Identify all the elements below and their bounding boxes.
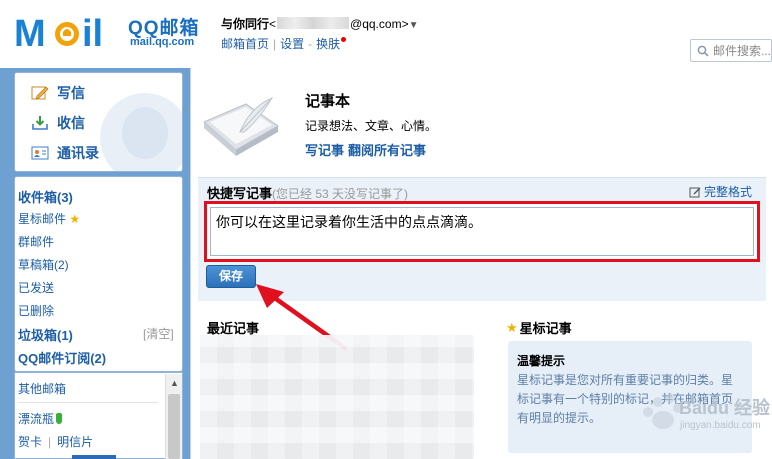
user-account[interactable]: 与你同行< @qq.com>▼ <box>221 15 418 32</box>
separator: - <box>308 37 313 51</box>
brand-domain: mail.qq.com <box>130 36 195 48</box>
days-since-note-hint: (您已经 53 天没写记事了) <box>272 187 409 201</box>
notebook-icon <box>203 96 279 156</box>
folder-group[interactable]: 群邮件 <box>18 233 54 250</box>
cards-row: 贺卡 | 明信片 <box>18 433 93 450</box>
settings-link[interactable]: 设置 <box>280 37 304 51</box>
user-nickname: 与你同行 <box>221 17 270 31</box>
new-dot-icon <box>341 37 347 42</box>
notebook-links: 写记事 翻阅所有记事 <box>305 140 426 159</box>
scroll-thumb[interactable] <box>168 394 180 459</box>
full-format-label: 完整格式 <box>704 185 753 199</box>
contacts-label: 通讯录 <box>57 145 99 161</box>
other-mailboxes[interactable]: 其他邮箱 <box>18 380 66 397</box>
qq-mail-logo[interactable]: M il <box>14 12 122 52</box>
receive-mail-button[interactable]: 收信 <box>31 113 85 133</box>
search-input[interactable] <box>713 43 771 59</box>
folder-spam[interactable]: 垃圾箱(1) <box>18 325 73 344</box>
masked-email <box>277 17 350 29</box>
inbox-download-icon <box>32 116 48 130</box>
separator: | <box>48 435 52 449</box>
drift-bottle-label: 漂流瓶 <box>18 412 55 426</box>
recent-notes-blurred <box>200 335 474 459</box>
bottle-icon <box>56 413 63 424</box>
folder-starred-label: 星标邮件 <box>18 212 67 226</box>
folder-deleted[interactable]: 已删除 <box>18 302 54 319</box>
notebook-description: 记录想法、文章、心情。 <box>305 119 438 133</box>
folder-sent[interactable]: 已发送 <box>18 279 54 296</box>
quick-note-label: 快捷写记事 <box>207 186 273 201</box>
search-icon <box>697 45 709 57</box>
top-header: M il QQ邮箱 mail.qq.com 与你同行< @qq.com>▼ 邮箱首… <box>0 0 772 68</box>
note-highlight-frame: 你可以在这里记录着你生活中的点点滴滴。 <box>204 201 760 262</box>
browse-notes-link[interactable]: 翻阅所有记事 <box>348 143 426 158</box>
folder-starred[interactable]: 星标邮件 ★ <box>18 210 80 227</box>
address-book-icon <box>31 146 49 160</box>
quick-note-title: 快捷写记事(您已经 53 天没写记事了) <box>207 183 408 202</box>
svg-text:il: il <box>82 13 103 52</box>
edit-icon <box>689 187 701 197</box>
svg-text:M: M <box>14 13 45 52</box>
write-mail-label: 写信 <box>57 85 85 101</box>
starred-notes-title: ★ 星标记事 <box>506 318 572 337</box>
divider <box>18 402 158 403</box>
tip-title: 温馨提示 <box>517 354 566 368</box>
partial-row-highlight <box>72 455 116 459</box>
penguin-decoration <box>100 93 182 171</box>
contacts-button[interactable]: 通讯录 <box>31 143 99 163</box>
folder-subscriptions[interactable]: QQ邮件订阅(2) <box>18 348 106 367</box>
notebook-title: 记事本 <box>305 93 351 110</box>
write-mail-button[interactable]: 写信 <box>31 83 85 103</box>
starred-notes-label: 星标记事 <box>519 321 572 336</box>
quick-note-textarea[interactable]: 你可以在这里记录着你生活中的点点滴滴。 <box>210 207 754 256</box>
watermark-url: jingyan.baidu.com <box>680 420 761 431</box>
postcard-link[interactable]: 明信片 <box>57 435 93 449</box>
folder-inbox[interactable]: 收件箱(3) <box>18 187 73 206</box>
skin-link[interactable]: 换肤 <box>316 37 340 51</box>
email-suffix: @qq.com> <box>350 17 409 31</box>
mail-search[interactable] <box>690 39 772 62</box>
sidebar-scrollbar[interactable]: ▲ <box>165 374 182 459</box>
star-icon: ★ <box>506 319 518 335</box>
save-button[interactable]: 保存 <box>206 265 256 288</box>
star-icon: ★ <box>69 212 81 226</box>
receive-mail-label: 收信 <box>57 115 85 131</box>
write-note-link[interactable]: 写记事 <box>305 143 344 158</box>
clear-spam-link[interactable]: [清空] <box>143 325 174 342</box>
watermark-text: Baidu 经验 <box>679 398 771 418</box>
mail-home-link[interactable]: 邮箱首页 <box>221 37 269 51</box>
scroll-up-icon[interactable]: ▲ <box>170 378 179 388</box>
greeting-card-link[interactable]: 贺卡 <box>18 435 42 449</box>
separator: | <box>273 37 277 51</box>
compose-panel: 写信 收信 通讯录 <box>14 72 183 172</box>
pencil-icon <box>31 86 49 100</box>
email-prefix: < <box>269 17 277 31</box>
header-links: 邮箱首页 | 设置 - 换肤 <box>221 35 347 52</box>
account-caret-icon[interactable]: ▼ <box>409 20 419 31</box>
folder-drafts[interactable]: 草稿箱(2) <box>18 256 69 273</box>
full-format-link[interactable]: 完整格式 <box>689 183 752 200</box>
drift-bottle[interactable]: 漂流瓶 <box>18 410 63 427</box>
